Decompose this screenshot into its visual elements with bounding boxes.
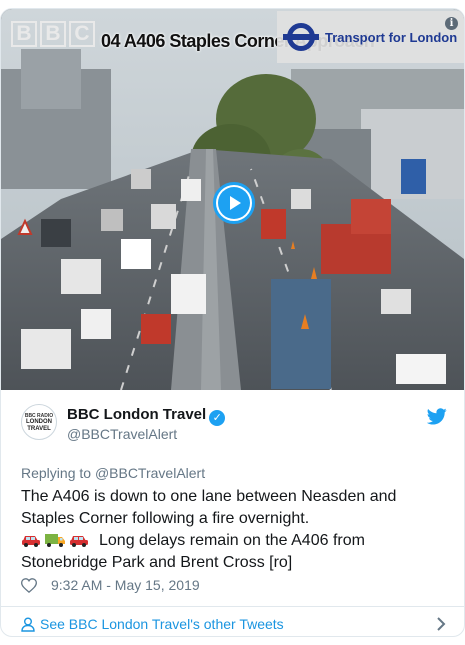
emoji-group — [21, 532, 89, 548]
person-icon — [21, 617, 35, 632]
tfl-label: Transport for London — [325, 29, 458, 45]
bbc-logo-letter: B — [11, 21, 37, 47]
verified-badge-icon: ✓ — [209, 410, 226, 426]
reply-prefix: Replying to — [21, 465, 92, 481]
reply-handle-link[interactable]: @BBCTravelAlert — [95, 465, 205, 481]
author-name[interactable]: BBC London Travel ✓ — [67, 406, 226, 426]
red-car-icon — [22, 536, 40, 547]
bbc-logo-letter: B — [40, 21, 66, 47]
author-handle[interactable]: @BBCTravelAlert — [67, 426, 177, 442]
video-thumbnail[interactable]: B B C 04 A406 Staples Corner Approach Tr… — [1, 9, 464, 390]
info-icon[interactable]: i — [445, 17, 458, 30]
tweet-text-line: Long delays remain on the A406 from Ston… — [21, 530, 441, 574]
replying-to: Replying to @BBCTravelAlert — [21, 465, 205, 481]
avatar-text: LONDON — [26, 419, 52, 425]
see-other-tweets-link[interactable]: See BBC London Travel's other Tweets — [21, 609, 446, 636]
tfl-roundel-icon — [283, 23, 319, 51]
see-other-tweets-label: See BBC London Travel's other Tweets — [40, 616, 284, 632]
avatar[interactable]: BBC RADIO LONDON TRAVEL — [21, 404, 57, 440]
delivery-truck-icon — [45, 534, 65, 547]
tweet-text-line: The A406 is down to one lane between Nea… — [21, 488, 397, 527]
twitter-bird-icon[interactable] — [427, 408, 447, 425]
avatar-text: TRAVEL — [27, 426, 51, 432]
tweet-text: The A406 is down to one lane between Nea… — [21, 486, 441, 574]
author-name-text: BBC London Travel — [67, 406, 207, 423]
play-icon — [218, 187, 250, 219]
tfl-badge: Transport for London i — [277, 11, 464, 63]
play-button[interactable] — [213, 182, 255, 224]
heart-icon[interactable] — [21, 577, 37, 593]
tweet-meta: 9:32 AM - May 15, 2019 — [21, 577, 200, 593]
tweet-timestamp[interactable]: 9:32 AM - May 15, 2019 — [51, 577, 200, 593]
divider — [1, 606, 464, 607]
chevron-right-icon — [437, 617, 446, 631]
bbc-logo-letter: C — [69, 21, 95, 47]
bbc-logo: B B C — [11, 21, 95, 47]
embedded-tweet-card: B B C 04 A406 Staples Corner Approach Tr… — [0, 8, 465, 637]
tweet-author[interactable]: BBC RADIO LONDON TRAVEL BBC London Trave… — [21, 404, 451, 448]
red-car-icon — [70, 536, 88, 547]
